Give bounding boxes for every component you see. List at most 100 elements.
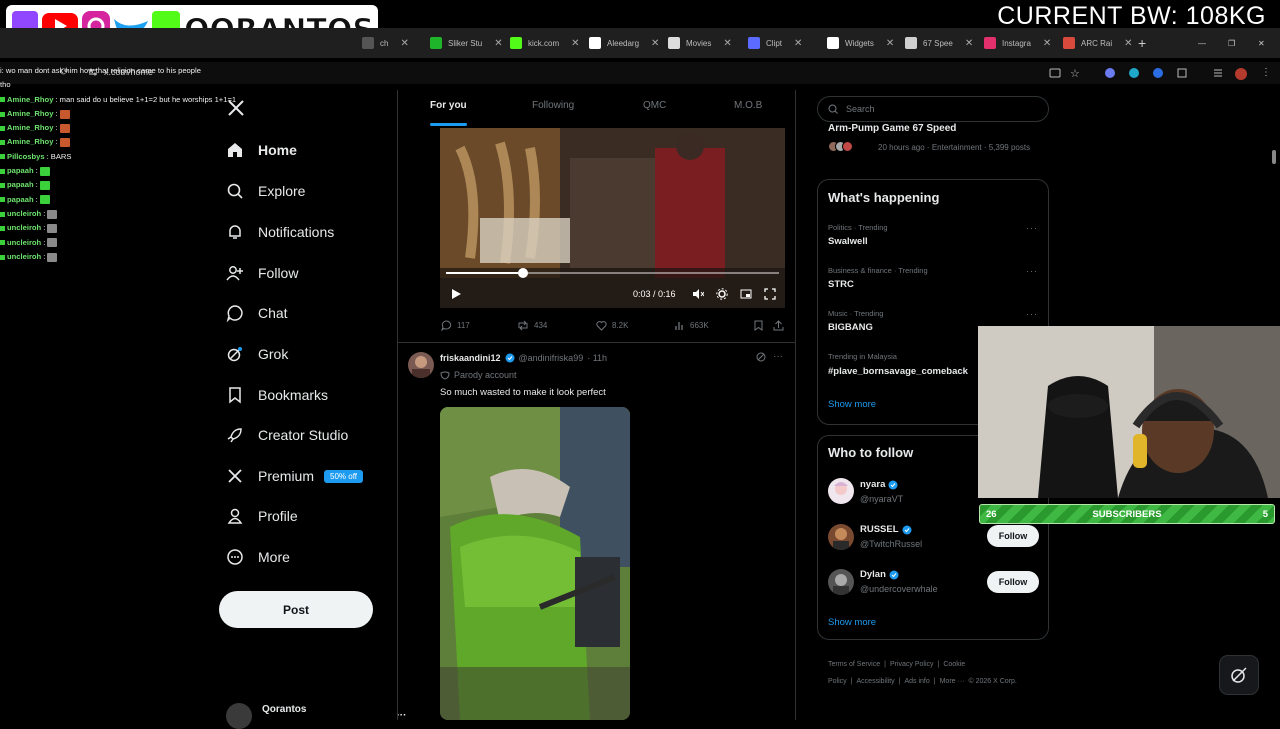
footer-link[interactable]: Ads info [904,678,929,685]
video-player[interactable] [440,128,785,308]
show-more-trends-link[interactable]: Show more [828,399,876,410]
close-tab-icon[interactable]: ✕ [1124,38,1132,49]
chat-username[interactable]: uncleiroh [7,221,41,235]
chat-username[interactable]: Amine_Rhoy [7,135,53,149]
chat-username[interactable]: papaah [7,178,34,192]
tab-following[interactable]: Following [532,100,574,111]
trend-card-title[interactable]: Arm-Pump Game 67 Speed [828,123,956,134]
browser-tab[interactable]: Sliker Stu ✕ [430,32,503,54]
close-tab-icon[interactable]: ✕ [794,38,802,49]
chat-username[interactable]: Amine_Rhoy [7,121,53,135]
chat-username[interactable]: papaah [7,193,34,207]
close-window-icon[interactable]: ✕ [1258,32,1265,54]
browser-tab[interactable]: ch ✕ [362,32,409,54]
trend-more-icon[interactable]: ··· [1026,266,1038,276]
tab-for-you[interactable]: For you [430,100,467,111]
nav-creator-studio[interactable]: Creator Studio [226,426,348,444]
close-tab-icon[interactable]: ✕ [651,38,659,49]
trend-name[interactable]: Swalwell [828,236,868,247]
footer-link[interactable]: Privacy Policy [890,661,934,668]
tweet-timestamp[interactable]: · 11h [587,353,607,363]
extension-icon-2[interactable] [1104,67,1116,79]
picture-in-picture-icon[interactable] [740,288,752,300]
close-tab-icon[interactable]: ✕ [965,38,973,49]
browser-tab[interactable]: Widgets ✕ [827,32,894,54]
footer-link[interactable]: © 2026 X Corp. [968,678,1016,685]
repost-action[interactable]: 434 [517,320,547,331]
profile-avatar-icon[interactable] [1234,67,1247,80]
extension-icon-1[interactable] [1049,67,1061,79]
close-tab-icon[interactable]: ✕ [571,38,579,49]
tweet-more-icon[interactable]: ··· [773,351,783,362]
post-button[interactable]: Post [219,591,373,628]
new-tab-icon[interactable]: + [1138,32,1146,54]
bookmark-action[interactable] [753,320,764,331]
footer-link[interactable]: Terms of Service [828,661,880,668]
tweet-author-handle[interactable]: @andinifriska99 [519,353,584,363]
suggestion-avatar[interactable] [828,569,854,595]
suggestion-name[interactable]: RUSSEL [860,524,912,535]
trend-name[interactable]: #plave_bornsavage_comeback [828,366,968,377]
minimize-icon[interactable]: — [1198,32,1206,54]
close-tab-icon[interactable]: ✕ [1043,38,1051,49]
nav-follow[interactable]: Follow [226,264,298,282]
nav-more[interactable]: More [226,548,290,566]
extensions-puzzle-icon[interactable] [1176,67,1188,79]
suggestion-name[interactable]: Dylan [860,569,899,580]
follow-button[interactable]: Follow [987,571,1039,593]
extension-icon-4[interactable] [1152,67,1164,79]
tweet-author-name[interactable]: friskaandini12 [440,353,501,363]
play-icon[interactable] [450,288,462,300]
views-action[interactable]: 663K [674,320,709,331]
suggestion-name[interactable]: nyara [860,479,898,490]
footer-link[interactable]: Accessibility [857,678,895,685]
chat-username[interactable]: uncleiroh [7,250,41,264]
sidebar-icon[interactable] [1212,67,1224,79]
settings-gear-icon[interactable] [716,288,728,300]
reply-action[interactable]: 117 [441,320,470,331]
show-more-suggestions-link[interactable]: Show more [828,617,876,628]
chat-username[interactable]: Amine_Rhoy [7,93,53,107]
chat-username[interactable]: uncleiroh [7,236,41,250]
close-tab-icon[interactable]: ✕ [886,38,894,49]
browser-tab[interactable]: ARC Rai ✕ [1063,32,1133,54]
browser-tab[interactable]: Movies ✕ [668,32,732,54]
suggestion-avatar[interactable] [828,478,854,504]
like-action[interactable]: 8.2K [596,320,628,331]
page-scrollbar-thumb[interactable] [1272,150,1276,164]
nav-explore[interactable]: Explore [226,182,305,200]
search-box[interactable]: Search [817,96,1049,122]
trend-name[interactable]: STRC [828,279,854,290]
maximize-icon[interactable]: ❐ [1228,32,1235,54]
grok-analyze-icon[interactable] [756,352,766,362]
share-action[interactable] [773,320,784,331]
footer-link[interactable]: More ··· [940,678,965,685]
browser-menu-icon[interactable]: ⋮ [1261,67,1273,79]
browser-tab[interactable]: Clipt ✕ [748,32,802,54]
video-scrubber-handle[interactable] [517,268,528,278]
browser-tab[interactable]: Instagra ✕ [984,32,1051,54]
nav-profile[interactable]: Profile [226,507,298,525]
nav-notifications[interactable]: Notifications [226,223,334,241]
mute-icon[interactable] [692,288,704,300]
chat-username[interactable]: Amine_Rhoy [7,107,53,121]
tab-qmc[interactable]: QMC [643,100,666,111]
account-switcher[interactable]: Qorantos ··· [226,703,406,729]
x-logo-icon[interactable] [227,99,245,117]
nav-premium[interactable]: Premium 50% off [226,467,363,485]
fullscreen-icon[interactable] [764,288,776,300]
bookmark-star-icon[interactable]: ☆ [1070,67,1082,80]
browser-tab[interactable]: kick.com ✕ [510,32,580,54]
close-tab-icon[interactable]: ✕ [494,38,502,49]
tweet-media-video[interactable] [440,407,630,720]
browser-tab[interactable]: 67 Spee ✕ [905,32,973,54]
nav-bookmarks[interactable]: Bookmarks [226,386,328,404]
nav-home[interactable]: Home [226,141,297,159]
trend-more-icon[interactable]: ··· [1026,223,1038,233]
chat-username[interactable]: papaah [7,164,34,178]
suggestion-avatar[interactable] [828,524,854,550]
chat-username[interactable]: uncleiroh [7,207,41,221]
extension-icon-3[interactable] [1128,67,1140,79]
trend-name[interactable]: BIGBANG [828,322,873,333]
nav-chat[interactable]: Chat [226,304,288,322]
